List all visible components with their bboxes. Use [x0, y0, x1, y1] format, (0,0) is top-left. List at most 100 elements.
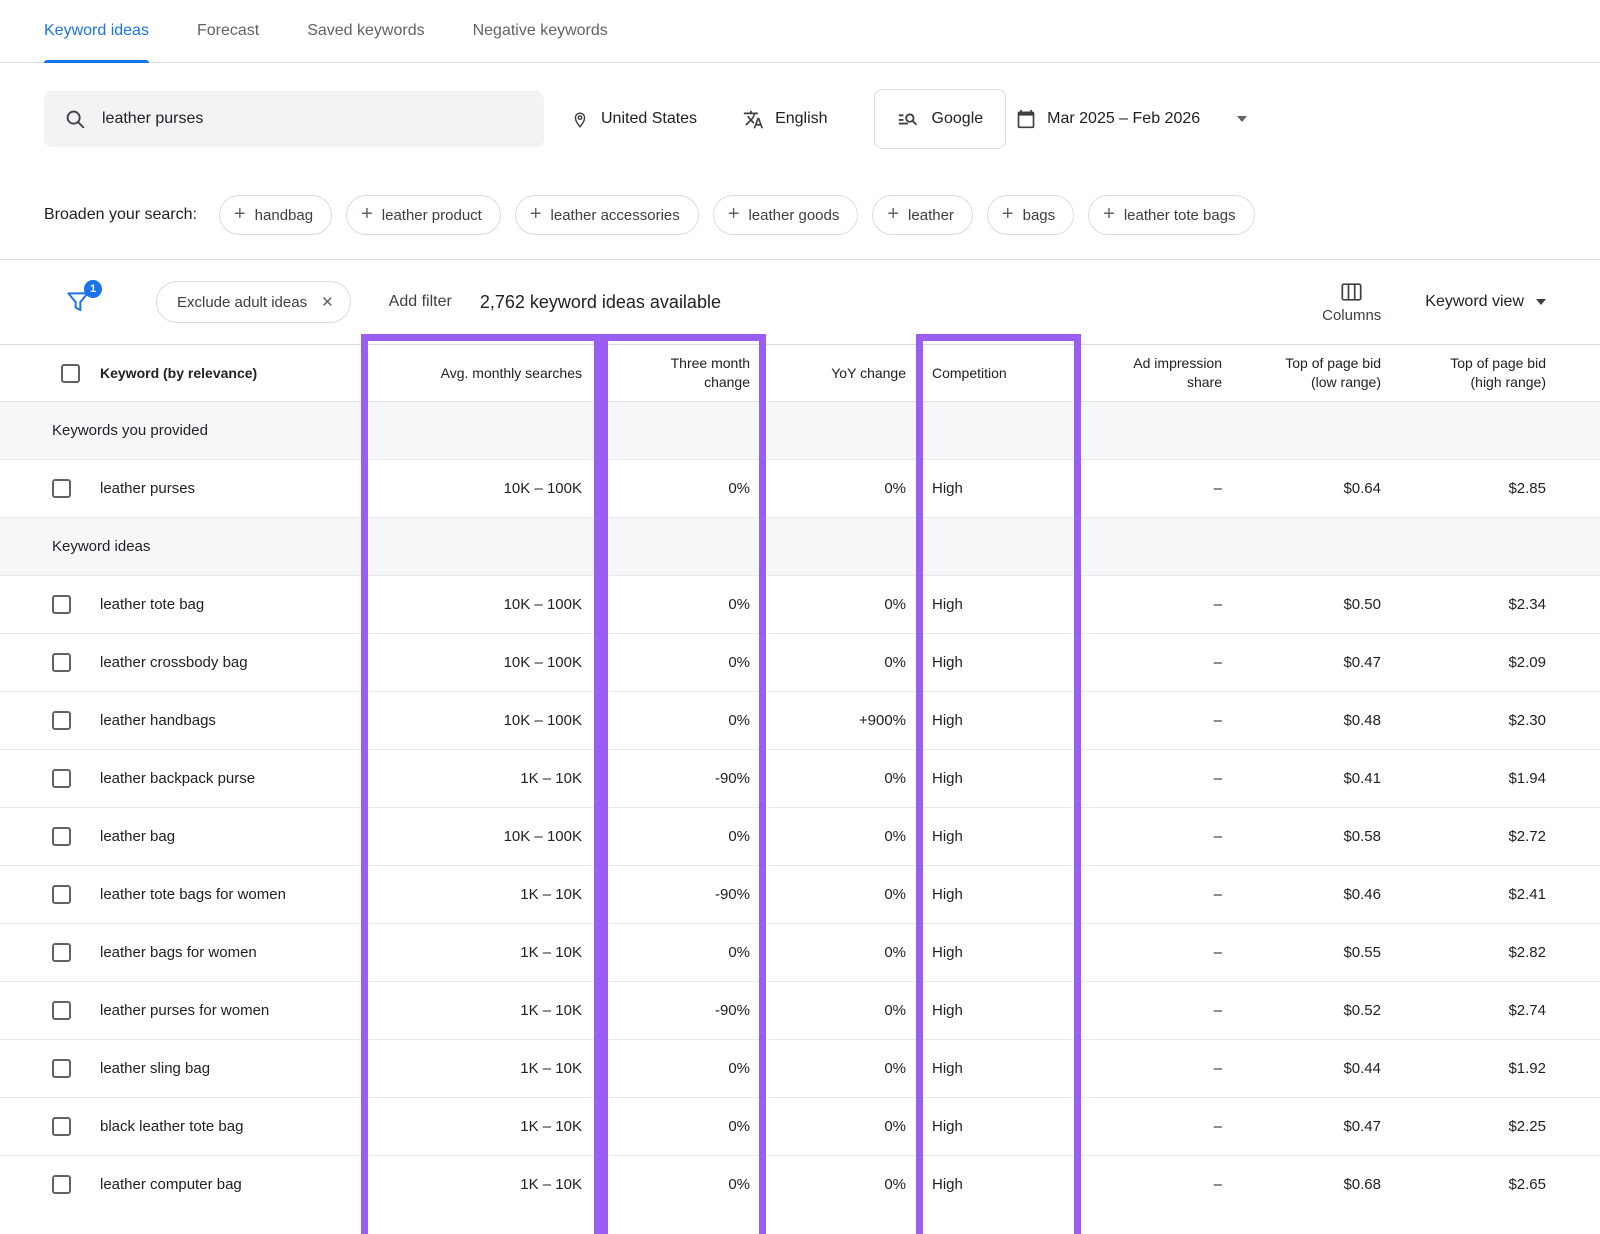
- row-checkbox[interactable]: [52, 1175, 71, 1194]
- row-checkbox[interactable]: [52, 1059, 71, 1078]
- table-scroll-area[interactable]: Keyword (by relevance) Avg. monthly sear…: [0, 344, 1600, 1196]
- columns-button[interactable]: Columns: [1322, 281, 1381, 324]
- date-range-selector[interactable]: Mar 2025 – Feb 2026: [1016, 109, 1247, 129]
- ad-impression-share-cell: –: [1081, 1156, 1237, 1197]
- keyword-row[interactable]: leather purses for women1K – 10K-90%0%Hi…: [0, 982, 1600, 1040]
- yoy-change-cell: 0%: [766, 808, 916, 866]
- competition-cell: High: [916, 924, 1081, 982]
- yoy-change-cell: 0%: [766, 924, 916, 982]
- header-yoy-change[interactable]: YoY change: [766, 345, 916, 402]
- row-checkbox[interactable]: [52, 885, 71, 904]
- checkbox-cell: [0, 1098, 88, 1156]
- row-checkbox[interactable]: [52, 1001, 71, 1020]
- header-three-month-change[interactable]: Three month change: [601, 345, 766, 402]
- checkbox-cell: [0, 924, 88, 982]
- broaden-chip[interactable]: +bags: [987, 195, 1074, 235]
- filter-button[interactable]: 1: [64, 288, 94, 316]
- ad-impression-share-cell: –: [1081, 634, 1237, 692]
- exclude-adult-ideas-chip[interactable]: Exclude adult ideas ✕: [156, 281, 351, 323]
- tab-keyword-ideas[interactable]: Keyword ideas: [44, 0, 149, 62]
- row-checkbox[interactable]: [52, 943, 71, 962]
- tab-label: Keyword ideas: [44, 22, 149, 40]
- three-month-change-cell: 0%: [601, 1040, 766, 1098]
- header-ad-impression-share[interactable]: Ad impression share: [1081, 345, 1237, 402]
- header-top-bid-low[interactable]: Top of page bid (low range): [1237, 345, 1395, 402]
- competition-cell: High: [916, 576, 1081, 634]
- ad-impression-share-cell: –: [1081, 1098, 1237, 1156]
- broaden-chip[interactable]: +leather goods: [713, 195, 859, 235]
- chevron-down-icon: [1536, 299, 1546, 305]
- keyword-row[interactable]: leather bag10K – 100K0%0%High–$0.58$2.72: [0, 808, 1600, 866]
- top-bid-low-cell: $0.46: [1237, 866, 1395, 924]
- header-competition[interactable]: Competition: [916, 345, 1081, 402]
- avg-monthly-searches-cell: 1K – 10K: [361, 982, 601, 1040]
- filter-count-badge: 1: [84, 280, 102, 298]
- keyword-row[interactable]: leather backpack purse1K – 10K-90%0%High…: [0, 750, 1600, 808]
- checkbox-cell: [0, 634, 88, 692]
- row-checkbox[interactable]: [52, 827, 71, 846]
- language-selector[interactable]: English: [743, 109, 827, 130]
- top-bid-high-cell: $2.09: [1395, 634, 1600, 692]
- header-keyword[interactable]: Keyword (by relevance): [88, 345, 361, 402]
- columns-icon: [1339, 281, 1364, 303]
- three-month-change-cell: -90%: [601, 866, 766, 924]
- keyword-row[interactable]: leather sling bag1K – 10K0%0%High–$0.44$…: [0, 1040, 1600, 1098]
- keyword-row[interactable]: leather purses10K – 100K0%0%High–$0.64$2…: [0, 460, 1600, 518]
- location-selector[interactable]: United States: [570, 109, 697, 129]
- section-label: Keyword ideas: [0, 518, 1600, 576]
- row-checkbox[interactable]: [52, 1117, 71, 1136]
- keyword-row[interactable]: leather tote bag10K – 100K0%0%High–$0.50…: [0, 576, 1600, 634]
- date-range-label: Mar 2025 – Feb 2026: [1047, 110, 1200, 128]
- three-month-change-cell: 0%: [601, 634, 766, 692]
- avg-monthly-searches-cell: 1K – 10K: [361, 1156, 601, 1197]
- keyword-cell: leather purses: [88, 460, 361, 518]
- select-all-checkbox[interactable]: [61, 364, 80, 383]
- top-bid-low-cell: $0.58: [1237, 808, 1395, 866]
- keyword-search-input[interactable]: leather purses: [44, 91, 544, 147]
- network-label: Google: [932, 110, 984, 128]
- broaden-chip[interactable]: +leather product: [346, 195, 501, 235]
- keyword-cell: leather handbags: [88, 692, 361, 750]
- keyword-row[interactable]: black leather tote bag1K – 10K0%0%High–$…: [0, 1098, 1600, 1156]
- row-checkbox[interactable]: [52, 479, 71, 498]
- top-bid-low-cell: $0.48: [1237, 692, 1395, 750]
- keyword-row[interactable]: leather handbags10K – 100K0%+900%High–$0…: [0, 692, 1600, 750]
- row-checkbox[interactable]: [52, 711, 71, 730]
- ad-impression-share-cell: –: [1081, 924, 1237, 982]
- avg-monthly-searches-cell: 10K – 100K: [361, 634, 601, 692]
- broaden-chip[interactable]: +leather tote bags: [1088, 195, 1254, 235]
- avg-monthly-searches-cell: 1K – 10K: [361, 866, 601, 924]
- keyword-row[interactable]: leather crossbody bag10K – 100K0%0%High–…: [0, 634, 1600, 692]
- close-icon[interactable]: ✕: [321, 293, 334, 311]
- network-selector[interactable]: Google: [874, 89, 1007, 149]
- tab-saved-keywords[interactable]: Saved keywords: [307, 0, 424, 62]
- active-tab-underline: [44, 60, 149, 63]
- competition-cell: High: [916, 750, 1081, 808]
- top-bid-low-cell: $0.55: [1237, 924, 1395, 982]
- row-checkbox[interactable]: [52, 653, 71, 672]
- avg-monthly-searches-cell: 10K – 100K: [361, 808, 601, 866]
- broaden-chip[interactable]: +handbag: [219, 195, 332, 235]
- header-avg-monthly-searches[interactable]: Avg. monthly searches: [361, 345, 601, 402]
- keyword-view-dropdown[interactable]: Keyword view: [1425, 293, 1546, 311]
- keyword-row[interactable]: leather tote bags for women1K – 10K-90%0…: [0, 866, 1600, 924]
- yoy-change-cell: +900%: [766, 692, 916, 750]
- broaden-chip-label: leather goods: [748, 207, 839, 224]
- checkbox-cell: [0, 866, 88, 924]
- location-label: United States: [601, 110, 697, 128]
- three-month-change-cell: 0%: [601, 1098, 766, 1156]
- row-checkbox[interactable]: [52, 769, 71, 788]
- top-bid-high-cell: $2.65: [1395, 1156, 1600, 1197]
- top-bid-low-cell: $0.64: [1237, 460, 1395, 518]
- keyword-row[interactable]: leather bags for women1K – 10K0%0%High–$…: [0, 924, 1600, 982]
- broaden-chip[interactable]: +leather accessories: [515, 195, 699, 235]
- header-top-bid-high[interactable]: Top of page bid (high range): [1395, 345, 1600, 402]
- keyword-cell: leather computer bag: [88, 1156, 361, 1197]
- keyword-row[interactable]: leather computer bag1K – 10K0%0%High–$0.…: [0, 1156, 1600, 1197]
- add-filter-button[interactable]: Add filter: [389, 293, 452, 311]
- tab-label: Negative keywords: [473, 22, 608, 40]
- row-checkbox[interactable]: [52, 595, 71, 614]
- broaden-chip[interactable]: +leather: [872, 195, 973, 235]
- tab-forecast[interactable]: Forecast: [197, 0, 259, 62]
- tab-negative-keywords[interactable]: Negative keywords: [473, 0, 608, 62]
